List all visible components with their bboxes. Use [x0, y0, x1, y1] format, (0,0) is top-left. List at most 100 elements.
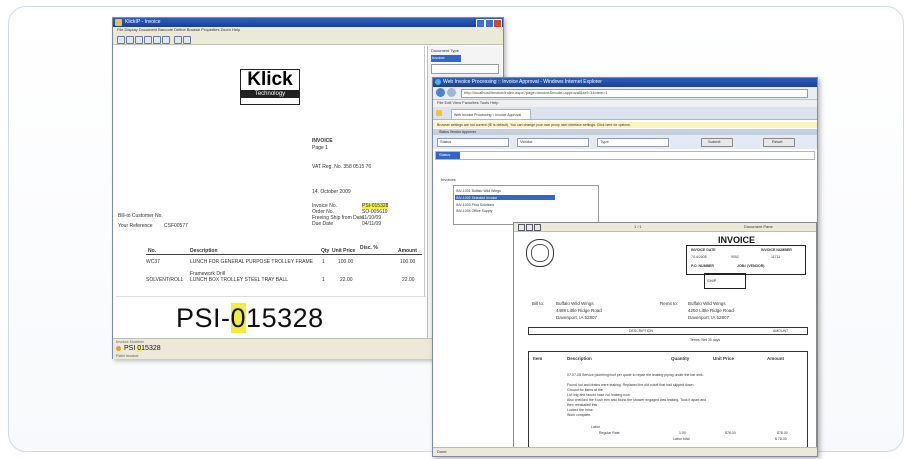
browser-status-text: Done — [437, 449, 447, 454]
type-select-value: Type — [600, 139, 609, 144]
zoom-highlight-char: 0 — [230, 303, 247, 333]
row1-qty: 1 — [322, 259, 325, 265]
type-select[interactable]: Type — [597, 138, 669, 147]
ie-icon — [435, 79, 441, 85]
invoice-number-value: 9092 — [731, 255, 739, 259]
toolbar-zoom-out-icon[interactable] — [153, 36, 161, 44]
app-icon — [115, 19, 122, 26]
viewer-save-icon[interactable] — [526, 224, 533, 231]
th-item: Item — [533, 356, 543, 361]
ship-label: SHIP — [707, 278, 717, 283]
toolbar-save-icon[interactable] — [126, 36, 134, 44]
invoice-list: INV-1001 Buffalo Wild Wings INV-1002 Sel… — [453, 185, 599, 225]
zoom-prefix: PSI- — [176, 303, 231, 333]
forward-icon[interactable] — [447, 88, 456, 97]
due-date-value: 04/11/09 — [362, 221, 382, 227]
th-unit-price: Unit Price — [713, 356, 735, 361]
notice-text: Browser settings are not current (IE is … — [437, 123, 631, 127]
toolbar-print-icon[interactable] — [135, 36, 143, 44]
row2-no: SOLVENT/ROLL — [146, 277, 184, 283]
klick-logo: Klick Technology — [240, 69, 300, 105]
vat-number: VAT Reg. No. 358 0515 76 — [312, 164, 372, 170]
browser-tab[interactable]: Web Invoice Processing :: Invoice Approv… — [451, 109, 531, 119]
logo-text: Klick — [247, 69, 293, 90]
row1-no: WC37 — [146, 259, 160, 265]
side-panel-value: Invoice — [432, 55, 445, 60]
row2-price: 22.00 — [340, 277, 353, 283]
toolbar-open-icon[interactable] — [117, 36, 125, 44]
document-type-select[interactable]: Invoice — [431, 55, 461, 62]
submit-label: Submit — [708, 139, 721, 144]
remit-to-name: Buffalo Wild Wings — [688, 301, 726, 306]
th-description: Description — [567, 356, 592, 361]
due-date-label: Due Date — [312, 221, 334, 227]
amount-header: AMOUNT — [773, 329, 789, 333]
vendor-select[interactable]: Vendor — [517, 138, 589, 147]
url-text: http://localhost/invoice/index.aspx?page… — [464, 90, 608, 95]
search-row[interactable]: Status — [435, 151, 815, 160]
remit-to-address-2: Davenport, IA 52807 — [688, 315, 730, 320]
regular-rate-label: Regular Rate — [599, 431, 620, 435]
field-suffix: 15328 — [141, 345, 161, 352]
description-header: DESCRIPTION — [629, 329, 653, 333]
terms-text: Terms: Net 30 days — [690, 338, 721, 342]
status-text: Field Invoice — [116, 353, 139, 358]
po-number-label: P.O. NUMBER — [691, 264, 714, 268]
field-value: PSI 015328 — [124, 345, 161, 353]
logo-subtext: Technology — [241, 90, 299, 98]
toolbar-zoom-in-icon[interactable] — [144, 36, 152, 44]
invoice-viewer: 1 / 1 Document Pane INVOICE INVOICE DATE… — [513, 222, 817, 456]
window-title: KlickIP - Invoice — [125, 19, 161, 25]
toolbar-grid-icon[interactable] — [174, 36, 182, 44]
invoice-number-field[interactable]: PSI 015328 — [116, 345, 216, 353]
browser-title: Web Invoice Processing :: Invoice Approv… — [443, 79, 602, 85]
invoice-date-label: INVOICE DATE — [691, 248, 716, 252]
title-bar: KlickIP - Invoice — [113, 18, 503, 28]
reset-button[interactable]: Reset — [763, 138, 795, 147]
menu-items[interactable]: File Display Document Barcode Define Bro… — [117, 27, 240, 33]
invoice-page: INVOICE INVOICE DATE INVOICE NUMBER 7/14… — [520, 233, 810, 451]
col-disc: Disc. % — [360, 245, 378, 251]
bill-to-address-2: Davenport, IA 52807 — [556, 315, 598, 320]
list-row[interactable]: INV-1004 Office Supply — [456, 208, 492, 214]
row2-qty: 1 — [322, 277, 325, 283]
reset-label: Reset — [772, 139, 783, 144]
toolbar-lines-icon[interactable] — [183, 36, 191, 44]
viewer-print-icon[interactable] — [518, 224, 525, 231]
viewer-zoom-icon[interactable] — [534, 224, 541, 231]
doc-page: Page 1 — [312, 145, 328, 151]
description-header-box: DESCRIPTION AMOUNT — [528, 327, 808, 335]
th-amount: Amount — [767, 356, 784, 361]
favorites-star-icon[interactable] — [436, 110, 442, 116]
info-notice[interactable]: Browser settings are not current (IE is … — [433, 122, 817, 128]
viewer-page-indicator: 1 / 1 — [634, 224, 642, 229]
bill-to-name: Buffalo Wild Wings — [556, 301, 594, 306]
row1-price: 100.00 — [338, 259, 354, 265]
document-type-field[interactable] — [431, 64, 499, 74]
back-icon[interactable] — [436, 88, 445, 97]
doc-date: 14. October 2009 — [312, 189, 351, 195]
job-number-label: JOB# (VENDOR) — [737, 264, 765, 268]
status-select[interactable]: Status — [437, 138, 509, 147]
toolbar-rotate-icon[interactable] — [162, 36, 170, 44]
browser-menu-items[interactable]: File Edit View Favorites Tools Help — [437, 100, 498, 106]
url-input[interactable]: http://localhost/invoice/index.aspx?page… — [461, 89, 808, 98]
viewer-toolbar: 1 / 1 Document Pane — [514, 223, 816, 232]
list-row[interactable]: INV-1001 Buffalo Wild Wings — [456, 188, 501, 194]
th-quantity: Quantity — [671, 356, 690, 361]
company-seal-icon — [526, 239, 554, 267]
labor-total-value: $ 78.00 — [775, 437, 787, 441]
row2-amount: 22.00 — [402, 277, 415, 283]
side-panel-label: Document Type — [431, 48, 459, 53]
remit-to-address-1: 4250 Little Ridge Road — [688, 308, 734, 313]
row2-description: LUNCH BOX TROLLEY STEEL TRAY BALL — [190, 277, 289, 283]
list-header: Invoices — [441, 177, 456, 182]
reference-label: Your Reference — [118, 223, 153, 229]
vendor-select-value: Vendor — [520, 139, 533, 144]
submit-button[interactable]: Submit — [701, 138, 733, 147]
zoom-suffix: 15328 — [246, 303, 324, 333]
invoice-title: INVOICE — [718, 235, 756, 245]
header-rule — [146, 254, 422, 255]
browser-title-bar: Web Invoice Processing :: Invoice Approv… — [433, 78, 817, 87]
invoice-document: Klick Technology INVOICE Page 1 VAT Reg.… — [116, 46, 426, 339]
